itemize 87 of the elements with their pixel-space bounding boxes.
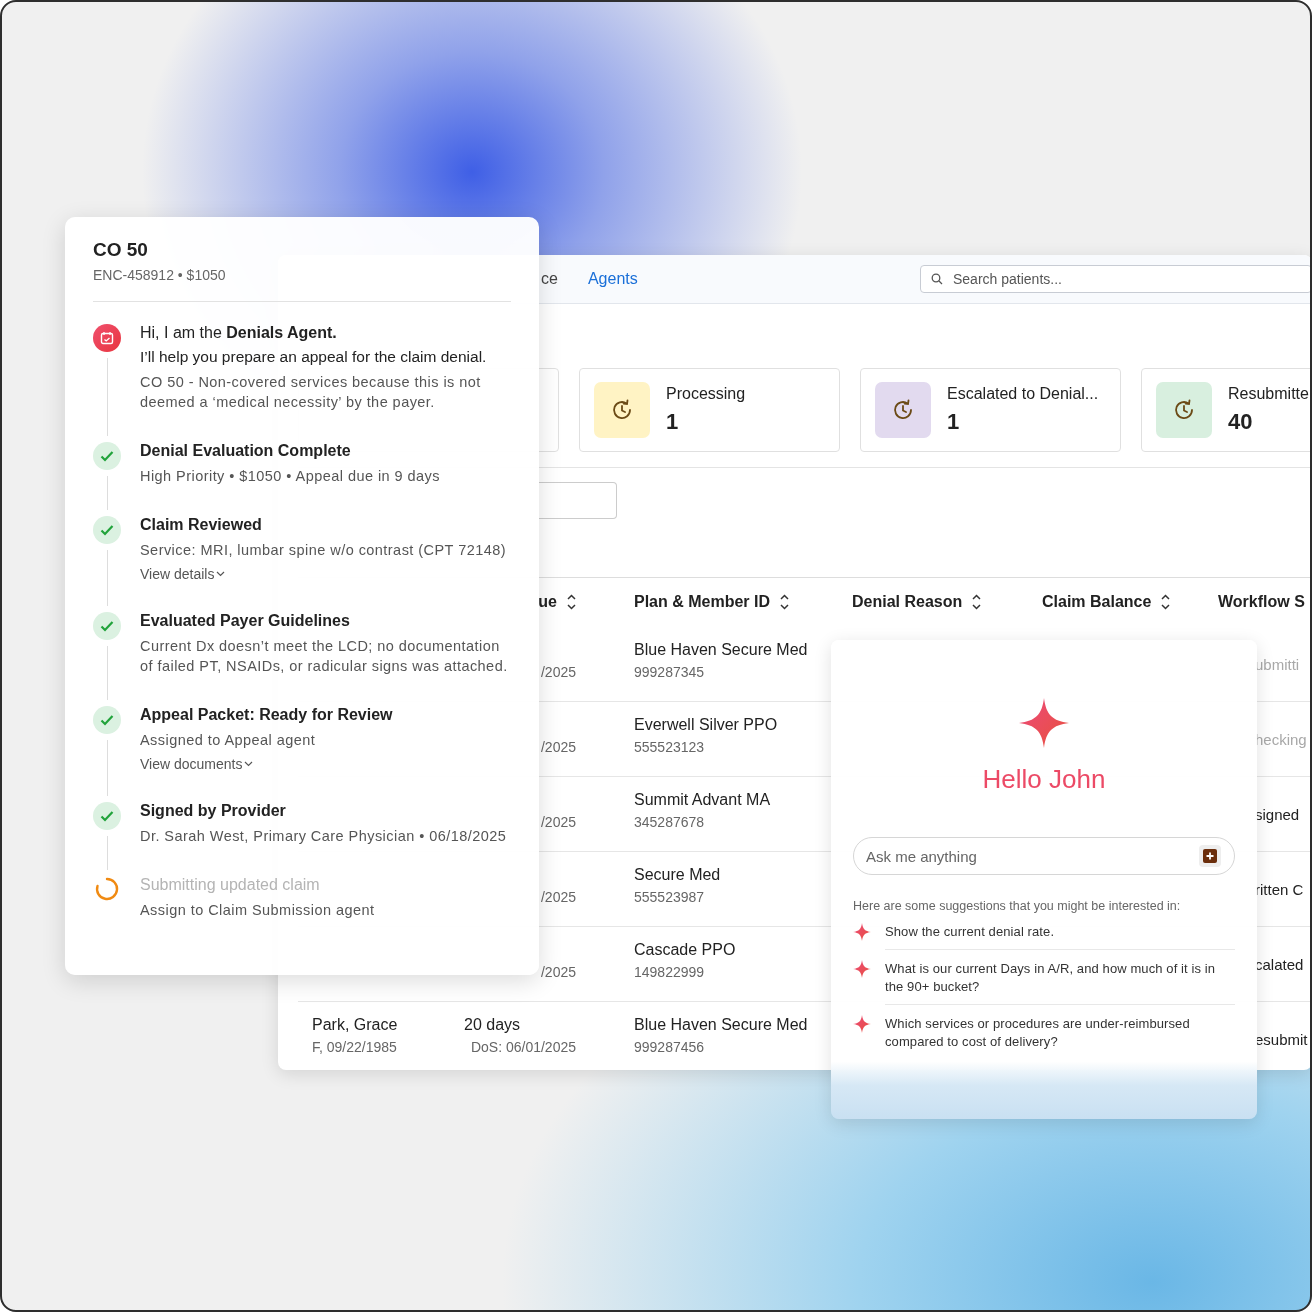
sparkle-icon [853, 923, 871, 941]
sort-icon[interactable] [780, 594, 790, 610]
check-icon [93, 516, 121, 544]
search-icon [931, 273, 943, 285]
chevron-icon [244, 761, 254, 767]
step-note: Service: MRI, lumbar spine w/o contrast (CPT 72148) [140, 541, 507, 560]
suggestions-intro: Here are some suggestions that you might be interested in: [853, 899, 1182, 913]
column-header[interactable]: Workflow S [1204, 578, 1310, 626]
nav-tab[interactable]: Agents [587, 270, 638, 288]
expand-link[interactable]: View documents [140, 756, 254, 772]
column-header[interactable]: ue [538, 593, 576, 611]
stat-label: Resubmitte [1228, 385, 1309, 403]
stat-count: 1 [666, 409, 680, 435]
step-title: Denial Evaluation Complete [140, 442, 352, 460]
check-icon [93, 612, 121, 640]
nav-tab[interactable]: ce [541, 270, 558, 288]
step-note: CO 50 - Non-covered services because this is not deemed a ‘medical necessity’ by the payer. [140, 373, 482, 412]
step-note: Dr. Sarah West, Primary Care Physician • 06/18/2025 [140, 827, 508, 846]
check-icon [93, 442, 121, 470]
table-cell-text: 555523123 [634, 739, 706, 755]
column-header[interactable]: Plan & Member ID [620, 578, 838, 626]
check-icon [93, 802, 121, 830]
table-cell-text: /2025 [539, 739, 576, 755]
panel-title: CO 50 [93, 239, 149, 261]
plus-icon [1203, 849, 1217, 863]
table-cell-text: /2025 [539, 964, 576, 980]
suggestion-item[interactable]: Which services or procedures are under-reimbursed compared to cost of delivery? [885, 1015, 1235, 1059]
clock-refresh-icon [1172, 398, 1196, 422]
table-cell-text: Cascade PPO [634, 941, 737, 959]
table-cell: signed [1255, 805, 1300, 823]
column-header[interactable]: Claim Balance [1028, 578, 1204, 626]
table-cell-text: Summit Advant MA [634, 791, 772, 809]
add-button[interactable] [1199, 845, 1221, 867]
table-cell-text: 999287345 [634, 664, 706, 680]
table-cell-text: 149822999 [634, 964, 706, 980]
chevron-icon [216, 571, 226, 577]
sparkle-icon [853, 1015, 871, 1033]
table-cell-text: 20 days [464, 1016, 522, 1034]
step-note: Current Dx doesn’t meet the LCD; no documentation of failed PT, NSAIDs, or radicular signs was attached. [140, 637, 509, 676]
suggestion-item[interactable]: Show the current denial rate. [885, 923, 1235, 950]
stat-label: Processing [666, 385, 746, 403]
table-cell: esubmit [1255, 1030, 1308, 1048]
table-cell-text: /2025 [539, 889, 576, 905]
clock-refresh-icon [610, 398, 634, 422]
table-cell-text: Everwell Silver PPO [634, 716, 779, 734]
table-cell-text: Blue Haven Secure Med [634, 1016, 809, 1034]
stat-label: Escalated to Denial... [947, 385, 1099, 403]
table-cell: ubmitti [1255, 655, 1300, 673]
step-title: Claim Reviewed [140, 516, 263, 534]
ask-field[interactable]: Ask me anything [853, 837, 1235, 875]
sort-icon[interactable] [567, 594, 576, 610]
step-title: Appeal Packet: Ready for Review [140, 706, 394, 724]
sparkle-icon [1019, 698, 1069, 748]
sort-icon[interactable] [1161, 594, 1171, 610]
clock-refresh-icon [891, 398, 915, 422]
table-cell: ritten C [1255, 880, 1304, 898]
table-cell-text: Secure Med [634, 866, 722, 884]
table-cell: calated [1255, 955, 1304, 973]
sparkle-icon [853, 960, 871, 978]
column-header[interactable]: Denial Reason [838, 578, 1028, 626]
step-title: Submitting updated claim [140, 876, 321, 894]
table-cell-text: DoS: 06/01/2025 [469, 1039, 576, 1055]
table-cell-text: /2025 [539, 814, 576, 830]
step-title: Signed by Provider [140, 802, 287, 820]
stat-count: 1 [947, 409, 961, 435]
step-title: Hi, I am the Denials Agent. [140, 324, 338, 342]
step-title: Evaluated Payer Guidelines [140, 612, 351, 630]
expand-link[interactable]: View details [140, 566, 226, 582]
table-cell-text: 555523987 [634, 889, 706, 905]
panel-subtitle: ENC-458912 • $1050 [93, 267, 227, 283]
step-note: Assign to Claim Submission agent [140, 901, 376, 920]
spinner-icon [94, 876, 120, 902]
check-icon [93, 706, 121, 734]
table-cell-text: F, 09/22/1985 [312, 1039, 398, 1055]
table-cell-text: Blue Haven Secure Med [634, 641, 809, 659]
table-cell-text: 999287456 [634, 1039, 706, 1055]
search-field[interactable]: Search patients... [920, 265, 1310, 293]
suggestion-item[interactable]: What is our current Days in A/R, and how much of it is in the 90+ bucket? [885, 960, 1235, 1005]
step-note: Assigned to Appeal agent [140, 731, 317, 750]
sort-icon[interactable] [972, 594, 982, 610]
table-cell-text: Park, Grace [312, 1016, 399, 1034]
stat-count: 40 [1228, 409, 1254, 435]
step-message: I’ll help you prepare an appeal for the claim denial. [140, 348, 488, 366]
calendar-badge-icon [93, 324, 121, 352]
greeting: Hello John [982, 764, 1106, 795]
step-note: High Priority • $1050 • Appeal due in 9 days [140, 467, 441, 486]
table-cell-text: 345287678 [634, 814, 706, 830]
